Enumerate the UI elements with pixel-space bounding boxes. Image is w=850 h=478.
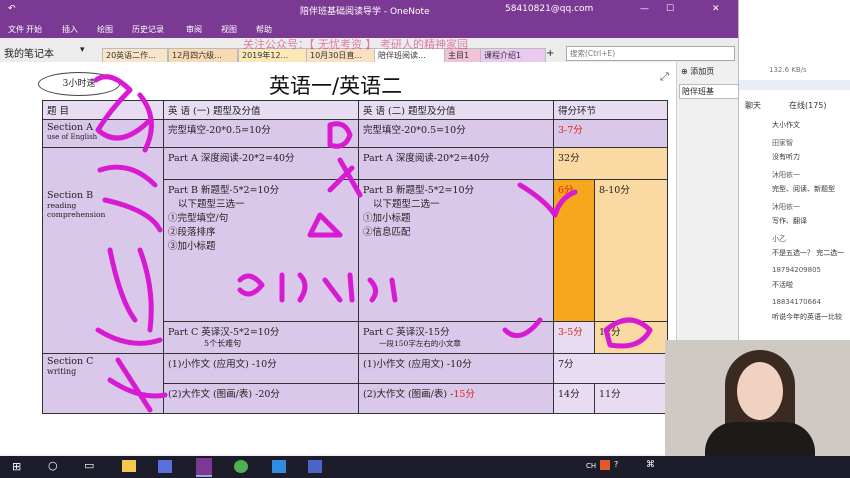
windows-start-icon[interactable]: ⊞ <box>12 460 21 473</box>
chat-message: 不是五选一？ 完二选一 <box>772 249 845 257</box>
search-icon[interactable]: ○ <box>48 459 58 472</box>
chat-message: 不活啦 <box>772 281 793 289</box>
tab-online[interactable]: 在线(175) <box>789 100 827 111</box>
chat-message: 听说今年的英语一比较 <box>772 313 842 321</box>
close-icon[interactable]: ✕ <box>712 4 720 14</box>
app-icon[interactable] <box>272 460 286 473</box>
chat-message: 大小作文 <box>772 121 800 129</box>
file-explorer-icon[interactable] <box>122 460 136 472</box>
help-icon[interactable]: ? <box>614 460 618 469</box>
chat-sender: 18794209805 <box>772 266 821 274</box>
webcam-feed <box>665 340 850 456</box>
ink-annotations: 500-700 <box>93 74 653 413</box>
ime-icon[interactable] <box>600 460 610 470</box>
presenter-face <box>737 362 783 420</box>
net-speed: 132.6 KB/s <box>769 66 807 74</box>
chat-message: 写作、翻译 <box>772 217 807 225</box>
input-language[interactable]: CH <box>586 462 596 470</box>
chat-sender: 小乙 <box>772 235 786 243</box>
toolbar <box>739 80 850 90</box>
app-icon[interactable] <box>308 460 322 473</box>
presenter-body <box>705 422 815 456</box>
chat-message: 没有听力 <box>772 153 800 161</box>
chat-sender: 沐阳依一 <box>772 171 800 179</box>
app-icon[interactable] <box>234 460 248 473</box>
chat-message: 完型、阅读、新题型 <box>772 185 835 193</box>
tab-chat[interactable]: 聊天 <box>745 100 761 111</box>
task-view-icon[interactable]: ▭ <box>84 459 94 472</box>
chat-sender: 18834170664 <box>772 298 821 306</box>
taskbar: ⊞ ○ ▭ CH ? ⌘ <box>0 456 850 478</box>
chat-sender: 沐阳依一 <box>772 203 800 211</box>
app-icon[interactable] <box>158 460 172 473</box>
add-page-button[interactable]: ⊕ 添加页 <box>681 66 714 77</box>
notification-icon[interactable]: ⌘ <box>646 460 655 470</box>
ink-text: 500-700 <box>240 299 245 301</box>
page-item[interactable]: 陪伴班基 <box>679 84 739 99</box>
chat-panel: 132.6 KB/s 聊天 在线(175) 大小作文 田家智 没有听力 沐阳依一… <box>738 0 850 340</box>
chat-sender: 田家智 <box>772 139 793 147</box>
onenote-icon[interactable] <box>196 458 212 477</box>
